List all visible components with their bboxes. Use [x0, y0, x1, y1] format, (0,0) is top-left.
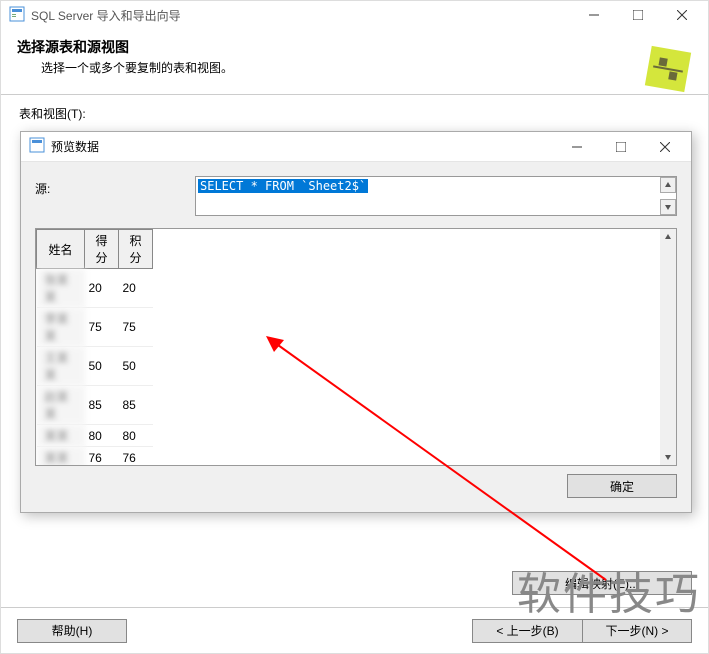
- nav-buttons: < 上一步(B) 下一步(N) >: [472, 619, 692, 643]
- name-cell: 某某: [37, 425, 85, 447]
- preview-footer: 确定: [35, 466, 677, 498]
- column-header[interactable]: 得分: [85, 230, 119, 269]
- wizard-content: 表和视图(T):: [1, 95, 708, 136]
- preview-titlebar: 预览数据: [21, 132, 691, 162]
- table-row[interactable]: 王某某5050: [37, 347, 153, 386]
- score-cell: 85: [85, 386, 119, 425]
- table-row[interactable]: 张某某2020: [37, 269, 153, 308]
- preview-dialog: 预览数据 源: SELECT * FROM `Sheet2$` 姓名得分积分 张…: [20, 131, 692, 513]
- wizard-footer: 帮助(H) < 上一步(B) 下一步(N) >: [1, 607, 708, 653]
- score-cell: 80: [85, 425, 119, 447]
- source-sql-field[interactable]: SELECT * FROM `Sheet2$`: [195, 176, 677, 216]
- source-scroll-up[interactable]: [660, 177, 676, 193]
- table-row[interactable]: 李某某7575: [37, 308, 153, 347]
- points-cell: 50: [119, 347, 153, 386]
- score-cell: 50: [85, 347, 119, 386]
- source-sql-text: SELECT * FROM `Sheet2$`: [198, 179, 368, 193]
- points-cell: 85: [119, 386, 153, 425]
- table-row[interactable]: 某某8080: [37, 425, 153, 447]
- name-cell: 王某某: [37, 347, 85, 386]
- wizard-icon: [9, 6, 25, 25]
- source-label: 源:: [35, 176, 195, 197]
- maximize-button[interactable]: [616, 1, 660, 29]
- points-cell: 76: [119, 447, 153, 467]
- column-header[interactable]: 姓名: [37, 230, 85, 269]
- name-cell: 赵某某: [37, 386, 85, 425]
- edit-mapping-button[interactable]: 编辑映射(E)...: [512, 571, 692, 595]
- next-button[interactable]: 下一步(N) >: [582, 619, 692, 643]
- page-title: 选择源表和源视图: [17, 37, 692, 57]
- close-button[interactable]: [660, 1, 704, 29]
- points-cell: 75: [119, 308, 153, 347]
- help-button[interactable]: 帮助(H): [17, 619, 127, 643]
- source-row: 源: SELECT * FROM `Sheet2$`: [35, 176, 677, 216]
- score-cell: 75: [85, 308, 119, 347]
- grid-scroll-up[interactable]: [660, 229, 676, 245]
- table-row[interactable]: 某某7676: [37, 447, 153, 467]
- points-cell: 80: [119, 425, 153, 447]
- page-subtitle: 选择一个或多个要复制的表和视图。: [41, 59, 692, 76]
- tables-label: 表和视图(T):: [19, 105, 690, 122]
- grid-scrollbar[interactable]: [660, 229, 676, 465]
- name-cell: 张某某: [37, 269, 85, 308]
- preview-close-button[interactable]: [643, 133, 687, 161]
- back-button[interactable]: < 上一步(B): [472, 619, 582, 643]
- preview-title: 预览数据: [51, 138, 555, 155]
- score-cell: 20: [85, 269, 119, 308]
- preview-minimize-button[interactable]: [555, 133, 599, 161]
- window-controls: [572, 1, 704, 29]
- column-header[interactable]: 积分: [119, 230, 153, 269]
- edit-mapping-row: 编辑映射(E)...: [512, 571, 692, 595]
- wizard-titlebar: SQL Server 导入和导出向导: [1, 1, 708, 29]
- table-row[interactable]: 赵某某8585: [37, 386, 153, 425]
- source-scroll-down[interactable]: [660, 199, 676, 215]
- name-cell: 李某某: [37, 308, 85, 347]
- preview-body: 源: SELECT * FROM `Sheet2$` 姓名得分积分 张某某202…: [21, 162, 691, 512]
- points-cell: 20: [119, 269, 153, 308]
- preview-icon: [29, 137, 45, 156]
- preview-window-controls: [555, 133, 687, 161]
- name-cell: 某某: [37, 447, 85, 467]
- minimize-button[interactable]: [572, 1, 616, 29]
- wizard-title: SQL Server 导入和导出向导: [31, 7, 572, 24]
- data-grid[interactable]: 姓名得分积分 张某某2020李某某7575王某某5050赵某某8585某某808…: [35, 228, 677, 466]
- score-cell: 76: [85, 447, 119, 467]
- wizard-header-icon: [638, 39, 698, 99]
- preview-maximize-button[interactable]: [599, 133, 643, 161]
- ok-button[interactable]: 确定: [567, 474, 677, 498]
- wizard-header: 选择源表和源视图 选择一个或多个要复制的表和视图。: [1, 29, 708, 95]
- grid-scroll-down[interactable]: [660, 449, 676, 465]
